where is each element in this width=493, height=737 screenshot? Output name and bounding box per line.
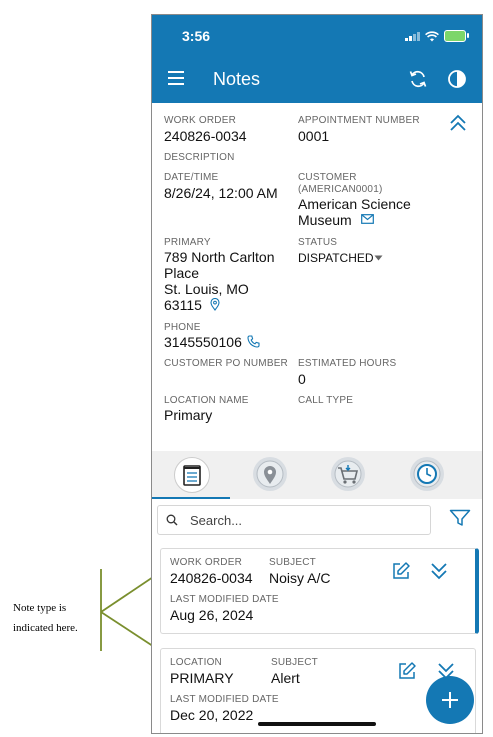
battery-icon: [444, 30, 469, 42]
note-type-value: 240826-0034: [170, 570, 253, 586]
search-icon: [166, 514, 178, 526]
location-name-value: Primary: [164, 407, 213, 423]
estimated-hours-value: 0: [298, 371, 306, 387]
map-pin-tab-icon: [256, 460, 284, 488]
estimated-hours-label: ESTIMATED HOURS: [298, 358, 397, 369]
page-title: Notes: [213, 69, 261, 89]
tab-parts[interactable]: [331, 457, 365, 491]
note-type-label: LOCATION: [170, 657, 222, 668]
note-modified-value: Dec 20, 2022: [170, 707, 254, 723]
active-tab-indicator: [152, 497, 230, 499]
annotation-text: Note type is indicated here.: [13, 598, 103, 638]
tab-time[interactable]: [410, 457, 444, 491]
phone-screen: 3:56 Notes WORK ORDER 240826-0034 APPOIN…: [151, 14, 483, 734]
address-line-4: 63115: [164, 297, 202, 313]
work-order-label: WORK ORDER: [164, 115, 236, 126]
appointment-label: APPOINTMENT NUMBER: [298, 115, 420, 126]
status-label: STATUS: [298, 237, 338, 248]
note-modified-value: Aug 26, 2024: [170, 607, 254, 623]
search-input[interactable]: [190, 513, 410, 528]
phone-icon[interactable]: [247, 335, 260, 348]
address-line-2: Place: [164, 265, 200, 281]
note-modified-label: LAST MODIFIED DATE: [170, 594, 279, 605]
clock-icon: [413, 460, 441, 488]
status-icons: [405, 30, 469, 42]
customer-name-line-1: American Science: [298, 196, 411, 212]
note-subject-label: SUBJECT: [269, 557, 316, 568]
customer-po-label: CUSTOMER PO NUMBER: [164, 358, 288, 369]
contrast-icon[interactable]: [447, 69, 467, 89]
signal-icon: [405, 31, 420, 41]
description-label: DESCRIPTION: [164, 152, 235, 163]
customer-id-label: (AMERICAN0001): [298, 184, 383, 195]
collapse-chevron-icon[interactable]: [449, 113, 467, 133]
work-order-value: 240826-0034: [164, 128, 247, 144]
address-line-1: 789 North Carlton: [164, 249, 275, 265]
note-subject-value: Alert: [271, 670, 300, 686]
tab-notes[interactable]: [174, 457, 210, 493]
primary-address-label: PRIMARY: [164, 237, 211, 248]
app-bar: Notes: [152, 57, 482, 103]
work-order-details: WORK ORDER 240826-0034 APPOINTMENT NUMBE…: [152, 103, 482, 449]
refresh-icon[interactable]: [408, 69, 428, 89]
location-name-label: LOCATION NAME: [164, 395, 249, 406]
search-bar[interactable]: [157, 505, 431, 535]
map-pin-icon[interactable]: [210, 298, 220, 311]
appointment-value: 0001: [298, 128, 330, 144]
phone-label: PHONE: [164, 322, 201, 333]
tab-bar: [152, 451, 482, 499]
status-value[interactable]: DISPATCHED: [298, 250, 374, 266]
annotation-line-2: indicated here.: [13, 622, 78, 634]
shopping-cart-icon: [334, 460, 362, 488]
email-icon[interactable]: [361, 214, 374, 224]
note-card[interactable]: WORK ORDER 240826-0034 SUBJECT Noisy A/C…: [160, 548, 479, 634]
expand-chevron-icon[interactable]: [430, 561, 448, 581]
customer-label: CUSTOMER: [298, 172, 357, 183]
note-type-value: PRIMARY: [170, 670, 234, 686]
note-subject-label: SUBJECT: [271, 657, 318, 668]
tab-location[interactable]: [253, 457, 287, 491]
add-note-button[interactable]: [426, 676, 474, 724]
filter-icon[interactable]: [449, 509, 471, 527]
hamburger-menu-icon[interactable]: [168, 71, 184, 85]
status-time: 3:56: [182, 28, 211, 44]
wifi-icon: [425, 30, 439, 41]
edit-icon[interactable]: [397, 661, 417, 681]
status-bar: 3:56: [152, 15, 482, 57]
note-type-label: WORK ORDER: [170, 557, 242, 568]
edit-icon[interactable]: [391, 561, 411, 581]
note-modified-label: LAST MODIFIED DATE: [170, 694, 279, 705]
customer-name-line-2: Museum: [298, 212, 352, 228]
notepad-icon: [183, 465, 201, 486]
home-indicator: [258, 722, 376, 726]
address-line-3: St. Louis, MO: [164, 281, 249, 297]
chevron-down-icon[interactable]: [374, 255, 383, 261]
call-type-label: CALL TYPE: [298, 395, 354, 406]
phone-value: 3145550106: [164, 334, 242, 350]
datetime-value: 8/26/24, 12:00 AM: [164, 185, 278, 201]
datetime-label: DATE/TIME: [164, 172, 219, 183]
annotation-line-1: Note type is: [13, 602, 67, 614]
note-subject-value: Noisy A/C: [269, 570, 331, 586]
